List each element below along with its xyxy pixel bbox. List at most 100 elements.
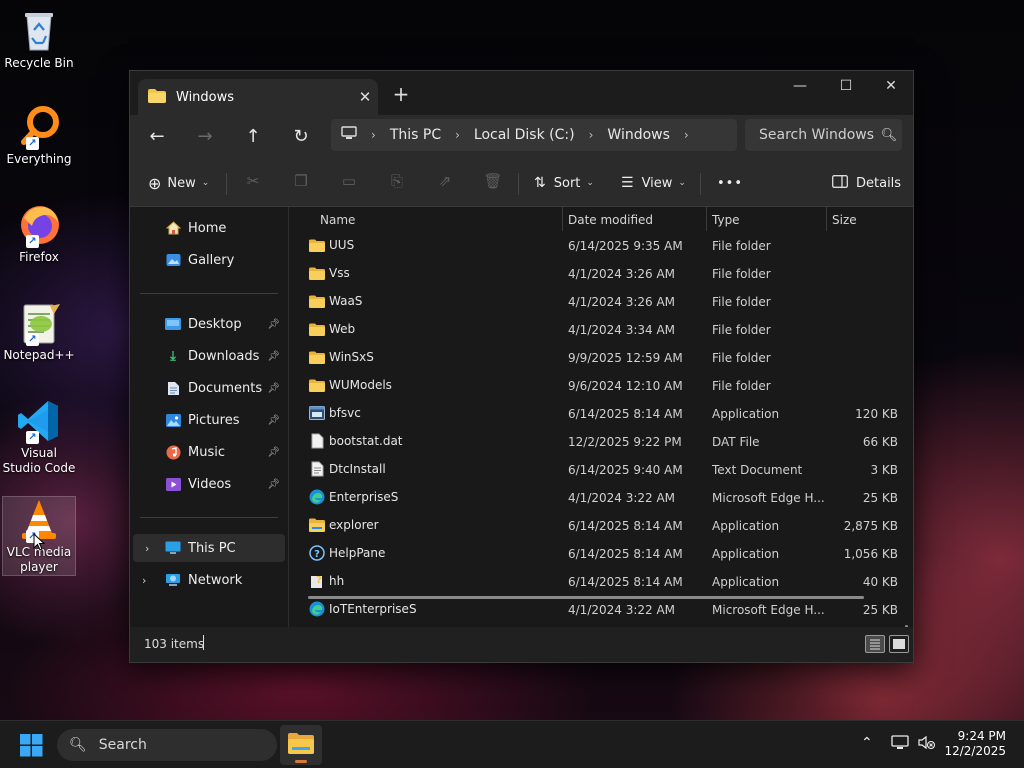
pictures-icon: [164, 412, 182, 428]
file-name-cell: Vss: [308, 264, 350, 282]
file-date-cell: 12/2/2025 9:22 PM: [568, 435, 682, 449]
sidebar-item-label: Pictures: [188, 412, 240, 428]
network-status-icon[interactable]: [891, 735, 909, 754]
expand-chevron-icon[interactable]: ›: [142, 574, 146, 587]
sidebar-item-desktop[interactable]: Desktop 📌︎: [130, 310, 286, 338]
close-button[interactable]: ✕: [868, 71, 914, 101]
file-row[interactable]: WUModels 9/6/2024 12:10 AM File folder: [290, 372, 914, 400]
recycle-bin-icon: [16, 8, 62, 54]
file-row[interactable]: WinSxS 9/9/2025 12:59 AM File folder: [290, 344, 914, 372]
pin-icon[interactable]: 📌︎: [267, 479, 280, 490]
pin-icon[interactable]: 📌︎: [267, 319, 280, 330]
file-name: Web: [329, 322, 356, 336]
column-headers: ^ Name Date modified Type Size: [290, 207, 914, 231]
file-type-cell: File folder: [712, 351, 771, 365]
file-row[interactable]: DtcInstall 6/14/2025 9:40 AM Text Document…: [290, 456, 914, 484]
pin-icon[interactable]: 📌︎: [267, 447, 280, 458]
column-header-date-modified[interactable]: Date modified: [568, 213, 653, 227]
new-label: New: [167, 175, 196, 191]
file-row[interactable]: ? HelpPane 6/14/2025 8:14 AM Application 1,0…: [290, 540, 914, 568]
share-icon[interactable]: ⇗: [434, 172, 456, 194]
search-box[interactable]: Search Windows 🔍︎: [745, 119, 902, 151]
desktop-icon-everything[interactable]: ↗ Everything: [2, 104, 76, 167]
file-row[interactable]: bfsvc 6/14/2025 8:14 AM Application 120 KB: [290, 400, 914, 428]
breadcrumb-windows[interactable]: Windows: [607, 127, 670, 143]
breadcrumb-separator-icon[interactable]: ›: [684, 128, 689, 142]
desktop-icon-recycle-bin[interactable]: Recycle Bin: [2, 8, 76, 71]
file-row[interactable]: ? hh 6/14/2025 8:14 AM Application 40 KB: [290, 568, 914, 596]
maximize-button[interactable]: ☐: [823, 71, 869, 101]
file-row[interactable]: IoTEnterpriseS 4/1/2024 3:22 AM Microsoft …: [290, 596, 914, 624]
sidebar-item-music[interactable]: Music 📌︎: [130, 438, 286, 466]
desktop-icon-visual-studio-code[interactable]: ↗ Visual Studio Code: [2, 398, 76, 476]
file-size-cell: 3 KB: [870, 463, 898, 477]
file-row[interactable]: explorer 6/14/2025 8:14 AM Application 2,87…: [290, 512, 914, 540]
file-row[interactable]: UUS 6/14/2025 9:35 AM File folder: [290, 232, 914, 260]
pin-icon[interactable]: 📌︎: [267, 415, 280, 426]
show-hidden-icons-chevron-icon[interactable]: ⌃: [861, 735, 873, 751]
folder-icon: [308, 292, 326, 310]
pin-icon[interactable]: 📌︎: [267, 351, 280, 362]
sort-button[interactable]: ⇅ Sort ⌄: [534, 171, 594, 195]
tab-windows[interactable]: Windows ✕: [138, 79, 378, 115]
file-date-cell: 6/14/2025 8:14 AM: [568, 519, 683, 533]
sidebar-item-network[interactable]: › Network: [130, 566, 286, 594]
system-clock[interactable]: 9:24 PM 12/2/2025: [944, 729, 1006, 759]
file-type-cell: File folder: [712, 239, 771, 253]
more-options-button[interactable]: •••: [717, 171, 743, 195]
large-icons-view-toggle[interactable]: [889, 635, 909, 653]
column-header-size[interactable]: Size: [832, 213, 857, 227]
rename-icon[interactable]: ⎘: [386, 172, 408, 194]
desktop-icon-notepad-plus-plus[interactable]: ↗ Notepad++: [2, 300, 76, 363]
sidebar-item-videos[interactable]: Videos 📌︎: [130, 470, 286, 498]
paste-icon[interactable]: ▭: [338, 172, 360, 194]
volume-muted-icon[interactable]: [918, 735, 936, 754]
new-button[interactable]: ⊕ New ⌄: [148, 171, 209, 195]
column-header-name[interactable]: Name: [320, 213, 355, 227]
column-divider[interactable]: [706, 207, 707, 231]
file-date-cell: 6/14/2025 9:35 AM: [568, 239, 683, 253]
file-size-cell: 25 KB: [862, 491, 898, 505]
taskbar-search-box[interactable]: 🔍︎ Search: [57, 729, 277, 761]
minimize-button[interactable]: —: [777, 71, 823, 101]
cut-icon[interactable]: ✂: [242, 172, 264, 194]
file-row[interactable]: WaaS 4/1/2024 3:26 AM File folder: [290, 288, 914, 316]
view-button[interactable]: ☰ View ⌄: [621, 171, 686, 195]
tab-close-icon[interactable]: ✕: [352, 88, 378, 106]
sidebar-item-home[interactable]: Home: [130, 214, 286, 242]
taskbar-file-explorer[interactable]: [280, 725, 322, 765]
breadcrumb-separator-icon: ›: [588, 128, 594, 142]
file-row[interactable]: Vss 4/1/2024 3:26 AM File folder: [290, 260, 914, 288]
address-bar[interactable]: › This PC › Local Disk (C:) › Windows ›: [331, 119, 737, 151]
file-row[interactable]: Web 4/1/2024 3:34 AM File folder: [290, 316, 914, 344]
sidebar-item-downloads[interactable]: ⤓ Downloads 📌︎: [130, 342, 286, 370]
forward-button[interactable]: →: [190, 123, 220, 151]
horizontal-scrollbar[interactable]: [308, 596, 864, 599]
refresh-button[interactable]: ↻: [286, 123, 316, 151]
sidebar-item-documents[interactable]: Documents 📌︎: [130, 374, 286, 402]
sidebar-item-gallery[interactable]: Gallery: [130, 246, 286, 274]
file-row[interactable]: EnterpriseS 4/1/2024 3:22 AM Microsoft Edg…: [290, 484, 914, 512]
back-button[interactable]: ←: [142, 123, 172, 151]
file-row[interactable]: bootstat.dat 12/2/2025 9:22 PM DAT File 66 …: [290, 428, 914, 456]
file-name-cell: EnterpriseS: [308, 488, 398, 506]
column-divider[interactable]: [826, 207, 827, 231]
pin-icon[interactable]: 📌︎: [267, 383, 280, 394]
breadcrumb-local-disk[interactable]: Local Disk (C:): [474, 127, 575, 143]
up-button[interactable]: ↑: [238, 123, 268, 151]
delete-icon[interactable]: 🗑︎: [482, 172, 504, 194]
details-pane-button[interactable]: Details: [832, 171, 901, 195]
expand-chevron-icon[interactable]: ›: [145, 542, 149, 555]
copy-icon[interactable]: ❐: [290, 172, 312, 194]
details-view-toggle[interactable]: [865, 635, 885, 653]
desktop-icon-firefox[interactable]: ↗ Firefox: [2, 202, 76, 265]
file-size-cell: 66 KB: [862, 435, 898, 449]
new-tab-button[interactable]: +: [389, 82, 413, 106]
start-button[interactable]: [20, 734, 43, 760]
sidebar-item-this-pc[interactable]: › This PC: [133, 534, 285, 562]
sidebar-item-pictures[interactable]: Pictures 📌︎: [130, 406, 286, 434]
column-header-type[interactable]: Type: [712, 213, 740, 227]
column-divider[interactable]: [562, 207, 563, 231]
network-icon: [164, 572, 182, 588]
breadcrumb-this-pc[interactable]: This PC: [390, 127, 441, 143]
